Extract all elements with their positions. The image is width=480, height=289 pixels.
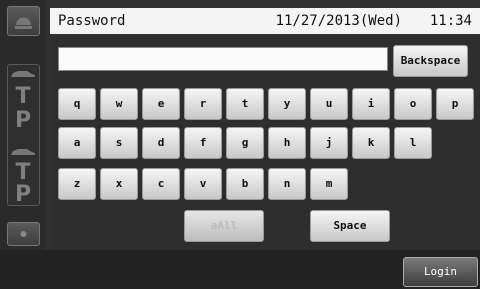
key-e[interactable]: e (142, 88, 180, 120)
key-l[interactable]: l (394, 127, 432, 159)
rail-letter-p: P (14, 182, 32, 207)
car-icon (11, 149, 35, 155)
key-k[interactable]: k (352, 127, 390, 159)
rail-letter-p: P (14, 108, 32, 133)
key-p[interactable]: p (436, 88, 474, 120)
key-z[interactable]: z (58, 168, 96, 200)
key-c[interactable]: c (142, 168, 180, 200)
key-n[interactable]: n (268, 168, 306, 200)
key-j[interactable]: j (310, 127, 348, 159)
car-icon (11, 71, 35, 77)
key-m[interactable]: m (310, 168, 348, 200)
key-r[interactable]: r (184, 88, 222, 120)
key-d[interactable]: d (142, 127, 180, 159)
key-x[interactable]: x (100, 168, 138, 200)
key-a[interactable]: a (58, 127, 96, 159)
space-key[interactable]: Space (310, 210, 390, 242)
backspace-key[interactable]: Backspace (393, 45, 468, 77)
key-v[interactable]: v (184, 168, 222, 200)
key-q[interactable]: q (58, 88, 96, 120)
rail-letter-t: T (15, 84, 31, 109)
case-toggle-key[interactable]: aAll (184, 210, 264, 242)
key-g[interactable]: g (226, 127, 264, 159)
page-title: Password (58, 13, 126, 29)
dot-icon (7, 222, 40, 246)
password-input[interactable] (58, 47, 388, 71)
key-y[interactable]: y (268, 88, 306, 120)
key-i[interactable]: i (352, 88, 390, 120)
key-h[interactable]: h (268, 127, 306, 159)
password-screen: T P T P Password 11/27/2013(Wed) 11:34 B… (0, 0, 480, 289)
key-u[interactable]: u (310, 88, 348, 120)
key-t[interactable]: t (226, 88, 264, 120)
login-button[interactable]: Login (403, 257, 478, 287)
top-indicator-icon (7, 6, 40, 36)
key-b[interactable]: b (226, 168, 264, 200)
header-bar: Password 11/27/2013(Wed) 11:34 (50, 8, 480, 34)
key-f[interactable]: f (184, 127, 222, 159)
side-rail: T P T P (0, 0, 46, 289)
key-o[interactable]: o (394, 88, 432, 120)
key-w[interactable]: w (100, 88, 138, 120)
key-s[interactable]: s (100, 127, 138, 159)
date-display: 11/27/2013(Wed) (275, 13, 402, 29)
time-display: 11:34 (429, 13, 472, 29)
